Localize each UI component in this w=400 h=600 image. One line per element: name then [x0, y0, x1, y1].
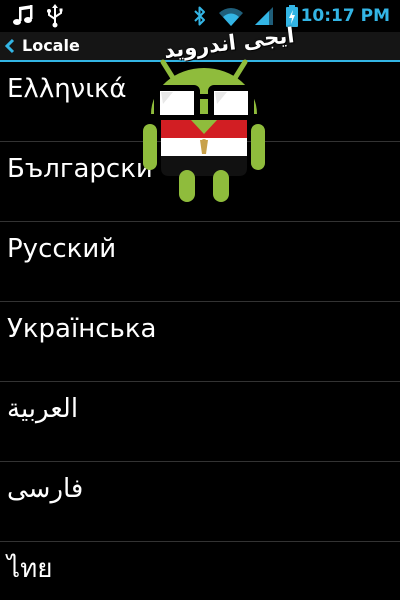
locale-item-arabic[interactable]: العربية: [0, 382, 400, 462]
wifi-icon: [219, 8, 243, 27]
locale-item-persian[interactable]: فارسی: [0, 462, 400, 542]
screen: 10:17 PM Locale ايجى اندرويد Ελληνικά Бъ…: [0, 0, 400, 600]
locale-label: العربية: [7, 394, 79, 424]
music-icon: [13, 5, 33, 25]
status-bar: 10:17 PM: [0, 0, 400, 32]
locale-label: Русский: [7, 234, 117, 264]
locale-label: Ελληνικά: [7, 74, 127, 104]
chevron-left-icon[interactable]: [3, 38, 17, 54]
locale-item-thai[interactable]: ไทย: [0, 542, 400, 600]
locale-label: Українська: [7, 314, 157, 344]
locale-label: فارسی: [7, 474, 84, 504]
locale-label: ไทย: [7, 554, 53, 584]
usb-icon: [47, 4, 63, 28]
locale-item-russian[interactable]: Русский: [0, 222, 400, 302]
status-time: 10:17 PM: [300, 6, 390, 26]
bluetooth-icon: [194, 6, 205, 26]
page-title[interactable]: Locale: [22, 35, 80, 57]
locale-label: Български: [7, 154, 153, 184]
locale-item-ukrainian[interactable]: Українська: [0, 302, 400, 382]
android-mascot-logo: [143, 59, 265, 202]
